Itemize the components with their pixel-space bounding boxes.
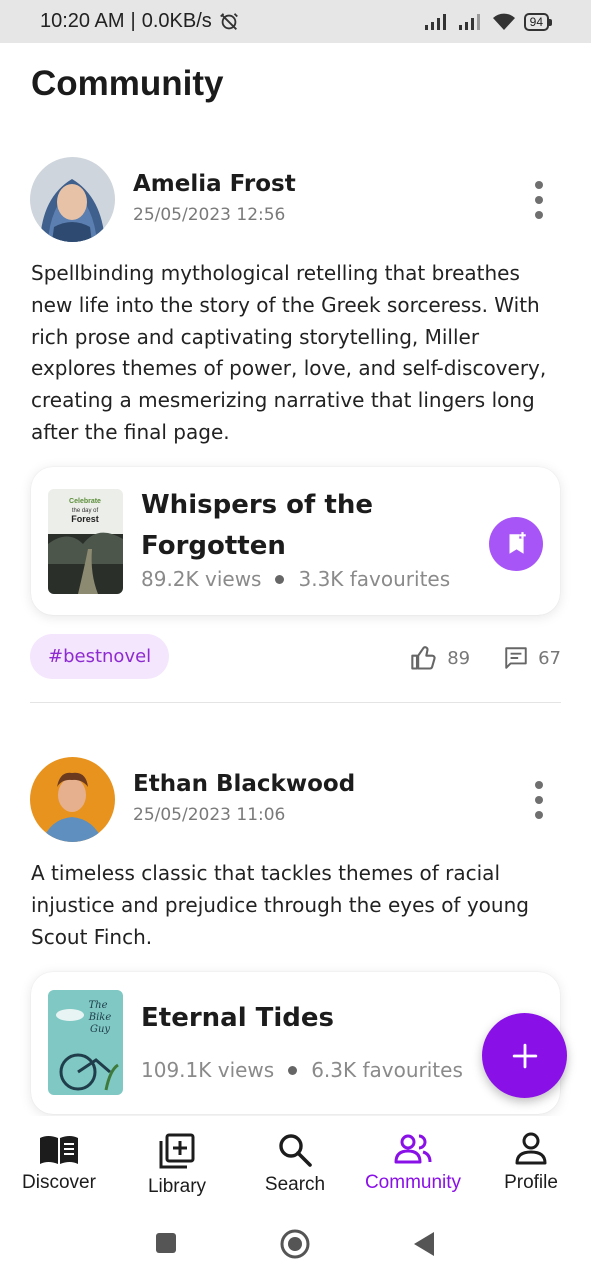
- author-name[interactable]: Ethan Blackwood: [133, 771, 355, 797]
- recent-apps-button[interactable]: [155, 1232, 177, 1254]
- divider: [30, 702, 561, 703]
- home-button[interactable]: [279, 1228, 311, 1260]
- nav-library[interactable]: Library: [118, 1132, 236, 1198]
- like-icon[interactable]: [409, 644, 439, 672]
- more-options-icon[interactable]: [532, 781, 546, 819]
- separator-dot: [288, 1065, 298, 1075]
- book-card[interactable]: Celebrate the day of Forest Whispers of …: [31, 467, 560, 615]
- book-title[interactable]: Eternal Tides: [141, 998, 471, 1039]
- nav-profile[interactable]: Profile: [472, 1132, 590, 1194]
- post-datetime: 25/05/2023 12:56: [133, 205, 286, 225]
- cover-text-2: Bike: [88, 1012, 112, 1023]
- more-options-icon[interactable]: [532, 181, 546, 219]
- nav-search[interactable]: Search: [236, 1132, 354, 1196]
- people-icon: [394, 1134, 432, 1164]
- post-header: Ethan Blackwood 25/05/2023 11:06: [30, 757, 562, 843]
- nav-label: Search: [264, 1174, 326, 1195]
- cover-text-3: Forest: [71, 514, 99, 524]
- status-speed: 0.0KB/s: [141, 10, 212, 32]
- nav-label: Library: [147, 1176, 207, 1197]
- author-name[interactable]: Amelia Frost: [133, 171, 296, 197]
- book-cover: Celebrate the day of Forest: [48, 489, 123, 594]
- signal-icon-2: [458, 13, 480, 30]
- back-button[interactable]: [412, 1230, 436, 1258]
- book-stats: 109.1K views 6.3K favourites: [141, 1058, 463, 1082]
- post-text: Spellbinding mythological retelling that…: [31, 261, 547, 444]
- avatar[interactable]: [30, 757, 115, 842]
- library-add-icon: [159, 1133, 195, 1169]
- wifi-icon: [492, 13, 515, 30]
- bottom-navigation: Discover Library Search Community Profil…: [0, 1116, 591, 1206]
- book-favourites: 6.3K favourites: [311, 1058, 463, 1082]
- page-title: Community: [31, 64, 224, 103]
- like-count: 89: [447, 647, 471, 669]
- book-title[interactable]: Whispers of the Forgotten: [141, 485, 471, 567]
- plus-icon: [512, 1043, 537, 1068]
- system-navigation-bar: [0, 1206, 591, 1280]
- book-card[interactable]: The Bike Guy Eternal Tides 109.1K views …: [31, 972, 560, 1114]
- bookmark-add-button[interactable]: [489, 517, 543, 571]
- book-cover: The Bike Guy: [48, 990, 123, 1095]
- search-icon: [279, 1134, 312, 1167]
- separator-dot: [275, 574, 285, 584]
- nav-label: Discover: [22, 1172, 96, 1193]
- battery-indicator: 94: [523, 12, 553, 31]
- book-stats: 89.2K views 3.3K favourites: [141, 567, 450, 591]
- post-datetime: 25/05/2023 11:06: [133, 805, 286, 825]
- book-views: 109.1K views: [141, 1058, 275, 1082]
- person-icon: [515, 1132, 547, 1165]
- book-views: 89.2K views: [141, 567, 262, 591]
- nav-discover[interactable]: Discover: [0, 1132, 118, 1194]
- signal-icon: [424, 13, 446, 30]
- nav-community[interactable]: Community: [354, 1132, 472, 1194]
- create-post-button[interactable]: [482, 1013, 567, 1098]
- cover-text-1: The: [88, 1000, 107, 1011]
- status-time: 10:20 AM: [40, 10, 125, 32]
- book-favourites: 3.3K favourites: [298, 567, 451, 591]
- avatar[interactable]: [30, 157, 115, 242]
- comment-count: 67: [538, 647, 561, 669]
- post-text: A timeless classic that tackles themes o…: [31, 861, 529, 949]
- cover-text-1: Celebrate: [69, 498, 101, 505]
- status-bar: 10:20 AM | 0.0KB/s 94: [0, 0, 591, 43]
- post-header: Amelia Frost 25/05/2023 12:56: [30, 157, 562, 243]
- bookmark-add-icon: [509, 532, 526, 554]
- hashtag-chip[interactable]: #bestnovel: [30, 634, 170, 679]
- status-left: 10:20 AM | 0.0KB/s: [40, 10, 240, 33]
- post-reactions: 89 67: [409, 644, 561, 672]
- nav-label: Profile: [504, 1172, 558, 1193]
- open-book-icon: [40, 1136, 78, 1164]
- cover-text-3: Guy: [90, 1024, 110, 1035]
- status-right: 94: [424, 12, 553, 31]
- status-separator: |: [130, 10, 136, 32]
- nav-label: Community: [364, 1172, 462, 1193]
- alarm-off-icon: [219, 12, 238, 30]
- comment-icon[interactable]: [502, 645, 530, 671]
